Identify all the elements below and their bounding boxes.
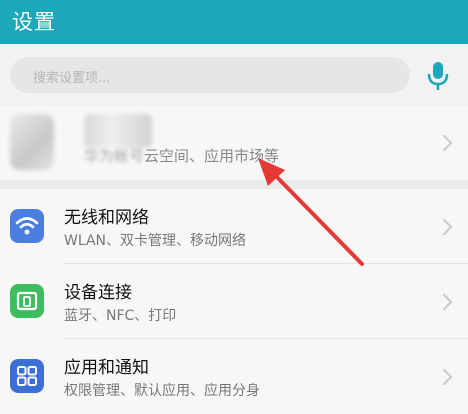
wifi-icon [10,209,44,243]
settings-item-title: 无线和网络 [64,208,149,228]
search-area: 搜索设置项... [0,44,468,106]
settings-item-wireless[interactable]: 无线和网络 WLAN、双卡管理、移动网络 [0,189,468,264]
search-placeholder: 搜索设置项... [33,71,111,86]
settings-item-subtitle: 权限管理、默认应用、应用分身 [64,383,260,399]
settings-item-title: 应用和通知 [64,358,149,378]
settings-item-subtitle: WLAN、双卡管理、移动网络 [64,233,247,249]
account-subtitle-visible: 云空间、应用市场等 [144,147,280,165]
settings-item-title: 设备连接 [64,283,132,303]
account-subtitle-blurred: 华为帐号 [84,147,145,165]
chevron-right-icon [435,218,453,236]
title-bar: 设置 [0,0,468,44]
device-connect-icon [10,284,44,318]
chevron-right-icon [435,293,453,311]
settings-item-subtitle: 蓝牙、NFC、打印 [64,308,177,324]
search-input[interactable]: 搜索设置项... [10,57,410,93]
section-divider [0,180,468,189]
chevron-right-icon [435,368,453,386]
apps-icon [10,359,44,393]
chevron-right-icon [435,134,453,152]
microphone-icon[interactable] [424,60,452,92]
avatar [10,114,54,170]
account-row[interactable]: 华为帐号云空间、应用市场等 [0,106,468,180]
account-name-blurred [84,114,152,148]
settings-item-apps-notifications[interactable]: 应用和通知 权限管理、默认应用、应用分身 [0,339,468,414]
settings-item-device-connection[interactable]: 设备连接 蓝牙、NFC、打印 [0,264,468,339]
page-title: 设置 [12,10,56,34]
account-subtitle: 华为帐号云空间、应用市场等 [84,145,279,166]
